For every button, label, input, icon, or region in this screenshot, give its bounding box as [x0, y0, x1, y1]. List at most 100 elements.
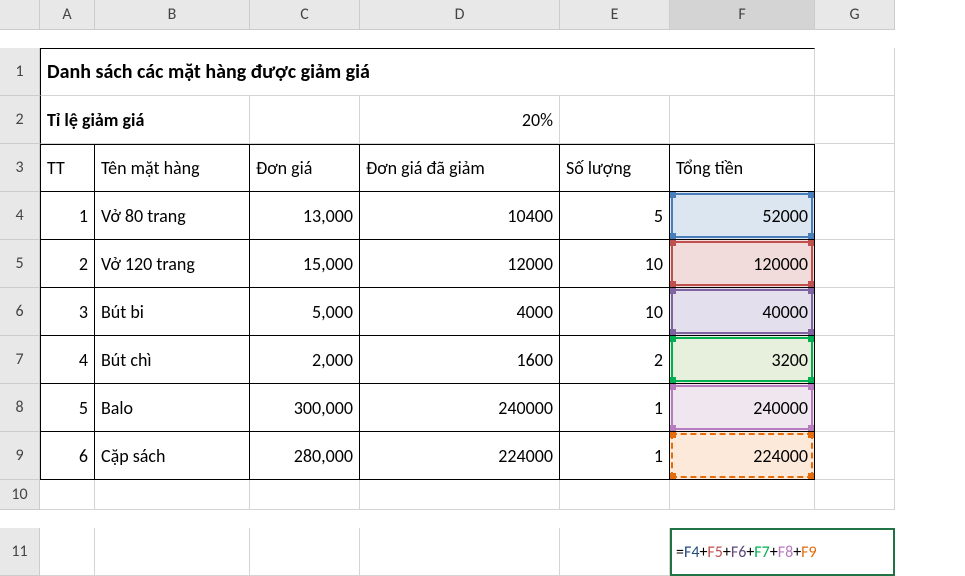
cell-C8[interactable]: 300,000: [250, 384, 360, 432]
col-header-C[interactable]: C: [250, 0, 360, 30]
cell-C10[interactable]: [250, 480, 360, 510]
col-header-A[interactable]: A: [40, 0, 95, 30]
header-soluong[interactable]: Số lượng: [560, 144, 670, 192]
select-all-corner[interactable]: [0, 0, 40, 30]
cell-E7[interactable]: 2: [560, 336, 670, 384]
active-formula-cell-F11[interactable]: =F4+F5+F6+F7+F8+F9: [670, 528, 895, 576]
col-header-D[interactable]: D: [360, 0, 560, 30]
cell-A11[interactable]: [40, 528, 95, 576]
formula-ref-F7: F7: [754, 543, 769, 562]
cell-F10[interactable]: [670, 480, 815, 510]
header-ten[interactable]: Tên mặt hàng: [95, 144, 250, 192]
cell-B6[interactable]: Bút bi: [95, 288, 250, 336]
cell-A8[interactable]: 5: [40, 384, 95, 432]
cell-F9[interactable]: 224000: [670, 432, 815, 480]
row-header-8[interactable]: 8: [0, 384, 40, 432]
spreadsheet-grid[interactable]: A B C D E F G 1 Danh sách các mặt hàng đ…: [0, 0, 965, 576]
cell-E6[interactable]: 10: [560, 288, 670, 336]
cell-D5[interactable]: 12000: [360, 240, 560, 288]
cell-B10[interactable]: [95, 480, 250, 510]
cell-D11[interactable]: [360, 528, 560, 576]
cell-C6[interactable]: 5,000: [250, 288, 360, 336]
cell-C11[interactable]: [250, 528, 360, 576]
cell-B7[interactable]: Bút chì: [95, 336, 250, 384]
cell-F4[interactable]: 52000: [670, 192, 815, 240]
row-header-6[interactable]: 6: [0, 288, 40, 336]
cell-E4[interactable]: 5: [560, 192, 670, 240]
col-header-E[interactable]: E: [560, 0, 670, 30]
cell-C2[interactable]: [250, 96, 360, 144]
header-dongia[interactable]: Đơn giá: [250, 144, 360, 192]
cell-F2[interactable]: [670, 96, 815, 144]
cell-A6[interactable]: 3: [40, 288, 95, 336]
col-header-B[interactable]: B: [95, 0, 250, 30]
cell-G3[interactable]: [815, 144, 895, 192]
cell-D9[interactable]: 224000: [360, 432, 560, 480]
header-giagiam[interactable]: Đơn giá đã giảm: [360, 144, 560, 192]
row-header-4[interactable]: 4: [0, 192, 40, 240]
cell-G5[interactable]: [815, 240, 895, 288]
header-tongtien[interactable]: Tổng tiền: [670, 144, 815, 192]
cell-A5[interactable]: 2: [40, 240, 95, 288]
cell-F5[interactable]: 120000: [670, 240, 815, 288]
formula-plus: +: [793, 543, 801, 562]
cell-D6[interactable]: 4000: [360, 288, 560, 336]
cell-G1[interactable]: [815, 48, 895, 96]
cell-C5[interactable]: 15,000: [250, 240, 360, 288]
row-header-5[interactable]: 5: [0, 240, 40, 288]
cell-G2[interactable]: [815, 96, 895, 144]
cell-E5[interactable]: 10: [560, 240, 670, 288]
formula-plus: +: [699, 543, 707, 562]
cell-C9[interactable]: 280,000: [250, 432, 360, 480]
cell-F6[interactable]: 40000: [670, 288, 815, 336]
cell-G9[interactable]: [815, 432, 895, 480]
cell-D10[interactable]: [360, 480, 560, 510]
cell-G7[interactable]: [815, 336, 895, 384]
formula-plus: +: [723, 543, 731, 562]
cell-A10[interactable]: [40, 480, 95, 510]
cell-D8[interactable]: 240000: [360, 384, 560, 432]
row-header-3[interactable]: 3: [0, 144, 40, 192]
cell-A4[interactable]: 1: [40, 192, 95, 240]
cell-A9[interactable]: 6: [40, 432, 95, 480]
formula-ref-F9: F9: [801, 543, 816, 562]
cell-G4[interactable]: [815, 192, 895, 240]
cell-B8[interactable]: Balo: [95, 384, 250, 432]
cell-F7[interactable]: 3200: [670, 336, 815, 384]
row-header-9[interactable]: 9: [0, 432, 40, 480]
cell-G6[interactable]: [815, 288, 895, 336]
cell-E10[interactable]: [560, 480, 670, 510]
title-cell[interactable]: Danh sách các mặt hàng được giảm giá: [40, 48, 815, 96]
cell-B9[interactable]: Cặp sách: [95, 432, 250, 480]
cell-value: 3200: [772, 349, 809, 371]
cell-D4[interactable]: 10400: [360, 192, 560, 240]
cell-B5[interactable]: Vở 120 trang: [95, 240, 250, 288]
row-header-10[interactable]: 10: [0, 480, 40, 510]
cell-E8[interactable]: 1: [560, 384, 670, 432]
row-header-1[interactable]: 1: [0, 48, 40, 96]
cell-value: 240000: [753, 397, 808, 419]
row-header-7[interactable]: 7: [0, 336, 40, 384]
cell-E2[interactable]: [560, 96, 670, 144]
cell-value: 120000: [753, 253, 808, 275]
cell-C4[interactable]: 13,000: [250, 192, 360, 240]
header-tt[interactable]: TT: [40, 144, 95, 192]
cell-G8[interactable]: [815, 384, 895, 432]
cell-F8[interactable]: 240000: [670, 384, 815, 432]
cell-G10[interactable]: [815, 480, 895, 510]
col-header-G[interactable]: G: [815, 0, 895, 30]
formula-ref-F4: F4: [684, 543, 699, 562]
cell-B11[interactable]: [95, 528, 250, 576]
discount-value[interactable]: 20%: [360, 96, 560, 144]
cell-C7[interactable]: 2,000: [250, 336, 360, 384]
cell-E9[interactable]: 1: [560, 432, 670, 480]
row-header-2[interactable]: 2: [0, 96, 40, 144]
col-header-F[interactable]: F: [670, 0, 815, 30]
cell-B4[interactable]: Vở 80 trang: [95, 192, 250, 240]
cell-E11[interactable]: [560, 528, 670, 576]
cell-D7[interactable]: 1600: [360, 336, 560, 384]
discount-label[interactable]: Tỉ lệ giảm giá: [40, 96, 250, 144]
cell-A7[interactable]: 4: [40, 336, 95, 384]
row-header-11[interactable]: 11: [0, 528, 40, 576]
cell-value: 40000: [762, 301, 808, 323]
